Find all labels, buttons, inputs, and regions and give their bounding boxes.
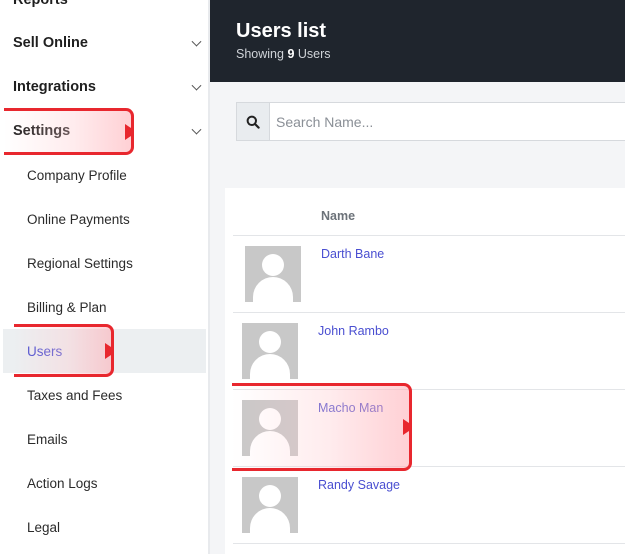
user-name-link[interactable]: Randy Savage	[318, 478, 400, 492]
sidebar-section-label: Sell Online	[13, 35, 88, 51]
avatar-body	[253, 277, 293, 302]
search-icon	[246, 115, 260, 129]
sidebar-item-label: Taxes and Fees	[27, 387, 123, 403]
chevron-down-icon	[191, 124, 202, 135]
sidebar-section-label: Settings	[13, 123, 71, 139]
sidebar: Reports Sell Online Integrations Setting…	[0, 0, 208, 554]
users-table: Name Darth Bane John Rambo Macho Man Ran…	[225, 188, 625, 554]
sidebar-item-label: Emails	[27, 431, 68, 447]
sidebar-item-label: Legal	[27, 519, 61, 535]
avatar	[242, 323, 298, 379]
avatar-head	[259, 331, 281, 353]
subtitle-prefix: Showing	[236, 47, 288, 61]
main-content: Users list Showing 9 Users Name Darth Ba…	[210, 0, 625, 554]
table-divider	[233, 389, 625, 390]
sidebar-item-company-profile[interactable]: Company Profile	[0, 153, 208, 197]
sidebar-item-users[interactable]: Users	[3, 329, 206, 373]
table-divider	[233, 312, 625, 313]
avatar	[242, 400, 298, 456]
sidebar-item-legal[interactable]: Legal	[0, 505, 208, 549]
sidebar-section-settings[interactable]: Settings	[0, 109, 208, 153]
table-divider	[233, 543, 625, 544]
sidebar-item-label: Company Profile	[27, 167, 127, 183]
sidebar-item-label: Billing & Plan	[27, 299, 107, 315]
sidebar-item-taxes-and-fees[interactable]: Taxes and Fees	[0, 373, 208, 417]
avatar	[242, 477, 298, 533]
subtitle-suffix: Users	[294, 47, 331, 61]
table-divider	[233, 466, 625, 467]
search-bar	[236, 102, 625, 141]
page-subtitle: Showing 9 Users	[236, 47, 331, 61]
table-divider	[233, 235, 625, 236]
chevron-down-icon	[191, 36, 202, 47]
sidebar-section-label: Reports	[13, 0, 68, 8]
column-header-name[interactable]: Name	[321, 209, 355, 223]
sidebar-item-action-logs[interactable]: Action Logs	[0, 461, 208, 505]
page-header: Users list Showing 9 Users	[210, 0, 625, 82]
avatar-body	[250, 431, 290, 456]
user-name-link[interactable]: John Rambo	[318, 324, 389, 338]
sidebar-item-label: Users	[27, 343, 63, 359]
avatar	[245, 246, 301, 302]
user-name-link[interactable]: Macho Man	[318, 401, 383, 415]
avatar-body	[250, 354, 290, 379]
search-input[interactable]	[270, 103, 625, 140]
user-name-link[interactable]: Darth Bane	[321, 247, 384, 261]
avatar-head	[259, 408, 281, 430]
sidebar-item-label: Regional Settings	[27, 255, 133, 271]
sidebar-item-online-payments[interactable]: Online Payments	[0, 197, 208, 241]
sidebar-item-label: Action Logs	[27, 475, 98, 491]
sidebar-section-reports[interactable]: Reports	[0, 0, 208, 22]
sidebar-item-regional-settings[interactable]: Regional Settings	[0, 241, 208, 285]
sidebar-item-emails[interactable]: Emails	[0, 417, 208, 461]
sidebar-item-billing-plan[interactable]: Billing & Plan	[0, 285, 208, 329]
sidebar-section-label: Integrations	[13, 79, 96, 95]
sidebar-item-label: Online Payments	[27, 211, 130, 227]
chevron-down-icon	[191, 80, 202, 91]
sidebar-section-integrations[interactable]: Integrations	[0, 65, 208, 109]
avatar-body	[250, 508, 290, 533]
sidebar-section-sell-online[interactable]: Sell Online	[0, 21, 208, 65]
search-button[interactable]	[237, 103, 270, 140]
page-title: Users list	[236, 20, 327, 42]
avatar-head	[262, 254, 284, 276]
avatar-head	[259, 485, 281, 507]
